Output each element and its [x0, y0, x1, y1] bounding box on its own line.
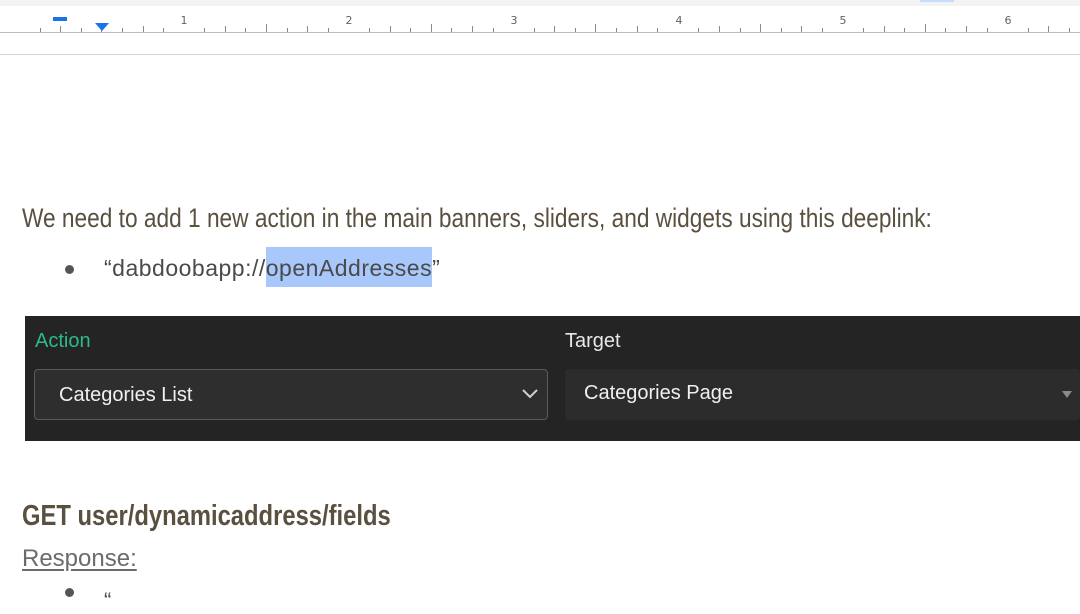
ruler-tick [534, 28, 535, 32]
ruler-tick [884, 26, 885, 32]
action-select-value: Categories List [59, 384, 193, 406]
ruler-tick [451, 28, 452, 32]
ruler-tick [245, 28, 246, 32]
ruler-tick [40, 28, 41, 32]
caret-down-icon [1062, 391, 1072, 398]
bullet-icon [65, 265, 74, 274]
ruler-top-strip [0, 0, 1080, 6]
ruler-number-1: 1 [180, 14, 188, 27]
ruler-tick [1028, 28, 1029, 32]
ruler-tick [431, 24, 432, 32]
ruler-tick [81, 28, 82, 32]
deeplink-bullet[interactable]: “dabdoobapp://openAddresses” [104, 247, 441, 287]
ruler-tick [945, 28, 946, 32]
embedded-action-target-image: Action Target Categories List Categories… [25, 316, 1080, 441]
ruler-highlight [920, 0, 954, 2]
ruler-tick [287, 28, 288, 32]
ruler-tick [822, 28, 823, 32]
ruler-tick [307, 26, 308, 32]
action-select[interactable]: Categories List [34, 369, 548, 420]
ruler-tick [554, 26, 555, 32]
left-indent-marker-icon[interactable] [95, 23, 109, 31]
ruler-tick [390, 26, 391, 32]
ruler-tick [60, 26, 61, 32]
ruler-tick [225, 26, 226, 32]
ruler-tick [328, 28, 329, 32]
ruler-tick [575, 28, 576, 32]
ruler-tick [143, 26, 144, 32]
target-select[interactable]: Categories Page [565, 369, 1080, 420]
deeplink-suffix: ” [432, 255, 441, 281]
ruler-tick [760, 24, 761, 32]
ruler-number-5: 5 [839, 14, 847, 27]
ruler-tick [595, 24, 596, 32]
ruler-baseline [0, 32, 1080, 33]
ruler-tick [410, 28, 411, 32]
action-label: Action [35, 330, 91, 352]
ruler-tick [616, 28, 617, 32]
deeplink-paragraph: We need to add 1 new action in the main … [22, 203, 932, 233]
ruler-tick [781, 28, 782, 32]
ruler-tick [925, 24, 926, 32]
ruler-tick [863, 28, 864, 32]
ruler-tick [493, 28, 494, 32]
deeplink-prefix: “dabdoobapp:// [104, 255, 266, 281]
ruler-tick [204, 28, 205, 32]
ruler-tick [657, 28, 658, 32]
endpoint-heading: GET user/dynamicaddress/fields [22, 500, 391, 532]
ruler-tick [740, 28, 741, 32]
ruler-tick [719, 26, 720, 32]
ruler-number-6: 6 [1004, 14, 1012, 27]
selected-text[interactable]: openAddresses [265, 247, 433, 287]
target-select-value: Categories Page [584, 382, 733, 404]
ruler-tick [1069, 28, 1070, 32]
target-label: Target [565, 330, 621, 352]
ruler-tick [472, 26, 473, 32]
ruler-tick [369, 28, 370, 32]
ruler-tick [637, 26, 638, 32]
ruler-tick [266, 24, 267, 32]
ruler-tick [801, 26, 802, 32]
ruler-number-3: 3 [510, 14, 518, 27]
ruler-number-4: 4 [675, 14, 683, 27]
ruler-tick [904, 28, 905, 32]
ruler-tick [966, 26, 967, 32]
bullet-icon [65, 588, 74, 597]
ruler-tick [163, 28, 164, 32]
chevron-down-icon [522, 389, 538, 399]
ruler[interactable]: 1 2 3 4 5 6 [0, 0, 1080, 55]
ruler-number-2: 2 [345, 14, 353, 27]
first-line-indent-handle[interactable] [53, 17, 67, 21]
ruler-tick [987, 28, 988, 32]
ruler-tick [1048, 26, 1049, 32]
ruler-tick [698, 28, 699, 32]
ruler-tick [122, 28, 123, 32]
response-label: Response: [22, 545, 137, 572]
partial-bullet-text: “ [104, 588, 112, 613]
